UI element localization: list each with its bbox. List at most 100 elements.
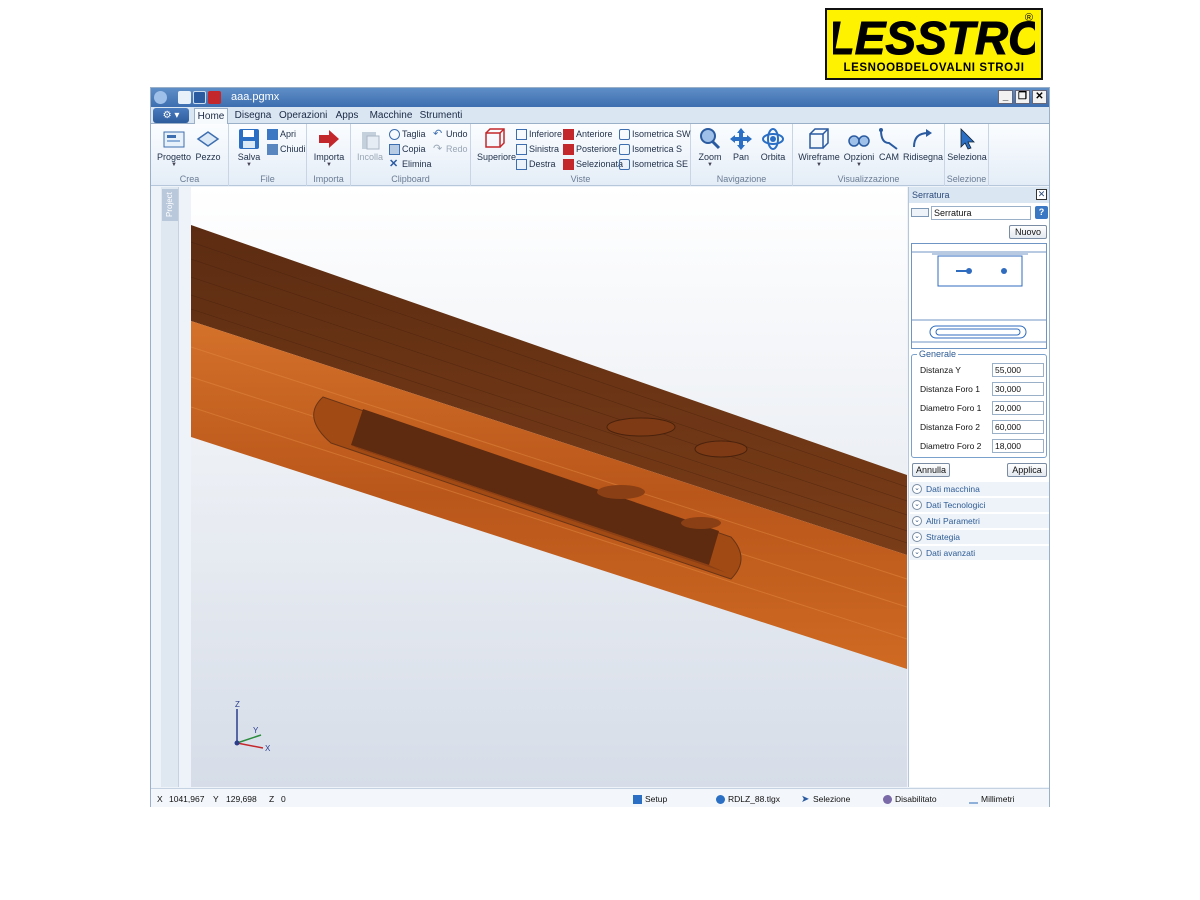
ribbon-tabs: ⚙ ▾ Home Disegna Operazioni Apps Macchin… — [151, 107, 1049, 124]
taglia-button[interactable]: Taglia — [389, 129, 426, 141]
front-view-icon — [563, 129, 574, 141]
tab-operazioni[interactable]: Operazioni — [279, 108, 327, 124]
redo-button[interactable]: ↷ Redo — [433, 144, 468, 155]
setup-status[interactable]: Setup — [633, 794, 667, 805]
units-status[interactable]: Millimetri — [969, 794, 1015, 805]
application-menu-button[interactable]: ⚙ ▾ — [153, 108, 189, 123]
hole-2 — [694, 440, 748, 458]
tab-apps[interactable]: Apps — [331, 108, 363, 124]
tab-macchine[interactable]: Macchine — [369, 108, 413, 124]
coord-y-label: Y — [213, 794, 219, 804]
pezzo-button[interactable]: Pezzo — [193, 127, 223, 162]
wireframe-button[interactable]: Wireframe ▼ — [797, 127, 841, 168]
tab-home[interactable]: Home — [194, 108, 228, 124]
close-window-button[interactable]: ✕ — [1032, 90, 1047, 104]
tooling-status[interactable]: RDLZ_88.tlgx — [716, 794, 780, 805]
restore-button[interactable]: ❐ — [1015, 90, 1030, 104]
group-visualizzazione: Wireframe ▼ Opzioni ▼ CAM Ridisegna Visu… — [793, 124, 945, 186]
orbita-button[interactable]: Orbita — [757, 127, 789, 162]
window-controls: _ ❐ ✕ — [998, 90, 1047, 104]
nuovo-button[interactable]: Nuovo — [1009, 225, 1047, 239]
status-bar: X 1041,967 Y 129,698 Z 0 Setup RDLZ_88.t… — [151, 788, 1049, 807]
left-dock-strip: Project — [161, 187, 179, 787]
group-crea-label: Crea — [179, 174, 200, 184]
applica-button[interactable]: Applica — [1007, 463, 1047, 477]
ribbon: Progetto ▼ Pezzo Crea Salva ▼ Apri Chiud… — [151, 124, 1049, 186]
progetto-button[interactable]: Progetto ▼ — [157, 127, 191, 168]
elimina-button[interactable]: ✕ Elimina — [389, 159, 432, 170]
section-strategia[interactable]: ⌄ Strategia — [910, 530, 1049, 544]
distanza-foro-2-input[interactable]: 60,000 — [992, 420, 1044, 434]
cam-button[interactable]: CAM — [877, 127, 901, 162]
tooling-icon — [716, 795, 725, 805]
state-status[interactable]: Disabilitato — [883, 794, 937, 805]
new-file-icon[interactable] — [178, 91, 191, 104]
3d-viewport[interactable]: Z Y X — [191, 187, 907, 787]
field-diametro-foro-2: Diametro Foro 2 18,000 — [920, 439, 1044, 453]
importa-button[interactable]: Importa ▼ — [313, 127, 345, 168]
app-logo-icon — [154, 91, 167, 104]
undo-button[interactable]: ↶ Undo — [433, 129, 468, 140]
minimize-button[interactable]: _ — [998, 90, 1013, 104]
incolla-button[interactable]: Incolla — [355, 127, 385, 162]
posteriore-button[interactable]: Posteriore — [563, 144, 617, 156]
diametro-foro-2-input[interactable]: 18,000 — [992, 439, 1044, 453]
distanza-y-input[interactable]: 55,000 — [992, 363, 1044, 377]
opzioni-button[interactable]: Opzioni ▼ — [843, 127, 875, 168]
pan-arrows-icon — [730, 128, 752, 150]
iso-se-button[interactable]: Isometrica SE — [619, 159, 688, 171]
destra-button[interactable]: Destra — [516, 159, 556, 171]
iso-sw-button[interactable]: Isometrica SW — [619, 129, 691, 141]
seleziona-label: Seleziona — [947, 152, 987, 162]
progetto-label: Progetto — [157, 152, 192, 162]
section-dati-avanzati[interactable]: ⌄ Dati avanzati — [910, 546, 1049, 560]
wood-beam-render: Z Y X — [191, 225, 907, 753]
open-folder-icon — [267, 129, 278, 141]
panel-header: Serratura ✕ — [909, 187, 1049, 203]
logo-registered: ® — [1024, 12, 1033, 24]
mode-status[interactable]: ➤ Selezione — [801, 794, 851, 805]
superiore-button[interactable]: Superiore — [477, 127, 517, 162]
selezionata-button[interactable]: Selezionata — [563, 159, 624, 171]
sinistra-button[interactable]: Sinistra — [516, 144, 559, 156]
cam-toolpath-icon — [879, 128, 898, 150]
panel-close-button[interactable]: ✕ — [1036, 189, 1047, 200]
logo-brand: LLESSTROJ — [833, 14, 1035, 60]
chiudi-button[interactable]: Chiudi — [267, 144, 306, 156]
zoom-button[interactable]: Zoom ▼ — [695, 127, 725, 168]
tab-strumenti[interactable]: Strumenti — [419, 108, 463, 124]
redo-icon: ↷ — [433, 143, 443, 156]
paste-icon — [362, 132, 380, 150]
help-icon[interactable]: ? — [1035, 206, 1048, 219]
salva-button[interactable]: Salva ▼ — [235, 127, 263, 168]
copia-button[interactable]: Copia — [389, 144, 426, 156]
section-dati-macchina[interactable]: ⌄ Dati macchina — [910, 482, 1049, 496]
annulla-button[interactable]: Annulla — [912, 463, 950, 477]
diametro-foro-1-input[interactable]: 20,000 — [992, 401, 1044, 415]
pezzo-label: Pezzo — [195, 152, 221, 162]
disabled-state-icon — [883, 795, 892, 805]
section-dati-tecnologici[interactable]: ⌄ Dati Tecnologici — [910, 498, 1049, 512]
section-altri-parametri[interactable]: ⌄ Altri Parametri — [910, 514, 1049, 528]
superiore-label: Superiore — [477, 152, 517, 162]
wireframe-label: Wireframe — [798, 152, 840, 162]
iso-s-button[interactable]: Isometrica S — [619, 144, 682, 156]
pan-button[interactable]: Pan — [727, 127, 755, 162]
selezionata-label: Selezionata — [576, 159, 624, 169]
chevron-down-icon: ⌄ — [912, 516, 922, 526]
mode-label: Selezione — [813, 794, 851, 804]
inferiore-button[interactable]: Inferiore — [516, 129, 562, 141]
group-navigazione-label: Navigazione — [716, 174, 767, 184]
chevron-down-icon: ⌄ — [912, 500, 922, 510]
ridisegna-button[interactable]: Ridisegna — [903, 127, 943, 162]
seleziona-button[interactable]: Seleziona — [947, 127, 987, 162]
anteriore-button[interactable]: Anteriore — [563, 129, 613, 141]
distanza-foro-1-input[interactable]: 30,000 — [992, 382, 1044, 396]
save-file-icon[interactable] — [193, 91, 206, 104]
operation-name-input[interactable]: Serratura — [931, 206, 1031, 220]
tab-disegna[interactable]: Disegna — [233, 108, 273, 124]
apri-button[interactable]: Apri — [267, 129, 296, 141]
quick-access-icon[interactable] — [208, 91, 221, 104]
project-panel-tab[interactable]: Project — [162, 189, 178, 221]
field-label: Distanza Y — [920, 365, 961, 375]
